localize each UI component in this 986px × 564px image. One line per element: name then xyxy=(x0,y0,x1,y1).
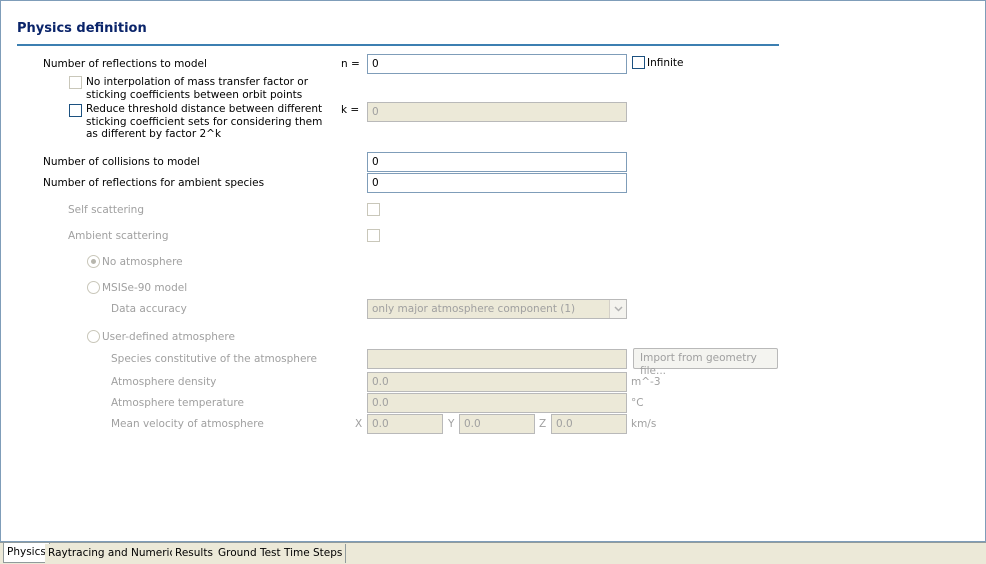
velocity-label: Mean velocity of atmosphere xyxy=(111,418,264,430)
species-label: Species constitutive of the atmosphere xyxy=(111,353,317,365)
tab-ground-test[interactable]: Ground Test Time Steps xyxy=(215,544,347,563)
infinite-label: Infinite xyxy=(647,57,684,69)
user-defined-radio[interactable] xyxy=(87,330,100,343)
velocity-unit: km/s xyxy=(631,418,657,430)
chevron-down-icon[interactable] xyxy=(609,300,626,318)
temperature-input[interactable]: 0.0 xyxy=(367,393,627,413)
import-geometry-button[interactable]: Import from geometry file... xyxy=(633,348,778,377)
section-divider xyxy=(17,44,779,46)
bottom-tab-bar: Physics Raytracing and Numerics Results … xyxy=(0,542,986,564)
ambient-scattering-label: Ambient scattering xyxy=(68,230,169,242)
msise-radio[interactable] xyxy=(87,281,100,294)
self-scattering-checkbox[interactable] xyxy=(367,203,380,216)
tab-results[interactable]: Results xyxy=(172,544,217,563)
reflections-label: Number of reflections to model xyxy=(43,58,207,70)
velocity-x-label: X xyxy=(355,418,363,430)
tab-physics[interactable]: Physics xyxy=(3,543,50,563)
reflections-n-input[interactable]: 0 xyxy=(367,54,627,74)
k-label: k = xyxy=(341,104,360,116)
tab-raytracing[interactable]: Raytracing and Numerics xyxy=(45,544,185,563)
temperature-label: Atmosphere temperature xyxy=(111,397,244,409)
n-label: n = xyxy=(341,58,360,70)
reduce-threshold-label: Reduce threshold distance between differ… xyxy=(86,103,323,140)
data-accuracy-select[interactable]: only major atmosphere component (1) xyxy=(367,299,627,319)
data-accuracy-label: Data accuracy xyxy=(111,303,187,315)
infinite-checkbox[interactable] xyxy=(632,56,645,69)
reduce-threshold-checkbox[interactable] xyxy=(69,104,82,117)
temperature-unit: °C xyxy=(631,397,644,409)
species-input[interactable] xyxy=(367,349,627,369)
density-label: Atmosphere density xyxy=(111,376,217,388)
velocity-x-input[interactable]: 0.0 xyxy=(367,414,443,434)
collisions-label: Number of collisions to model xyxy=(43,156,200,168)
density-input[interactable]: 0.0 xyxy=(367,372,627,392)
velocity-y-label: Y xyxy=(448,418,455,430)
velocity-z-label: Z xyxy=(539,418,547,430)
collisions-input[interactable]: 0 xyxy=(367,152,627,172)
velocity-z-input[interactable]: 0.0 xyxy=(551,414,627,434)
no-interpolation-checkbox[interactable] xyxy=(69,76,82,89)
no-atmosphere-radio[interactable] xyxy=(87,255,100,268)
velocity-y-input[interactable]: 0.0 xyxy=(459,414,535,434)
no-interpolation-label: No interpolation of mass transfer factor… xyxy=(86,76,309,101)
self-scattering-label: Self scattering xyxy=(68,204,145,216)
user-defined-label: User-defined atmosphere xyxy=(102,331,235,343)
k-input[interactable]: 0 xyxy=(367,102,627,122)
ambient-scattering-checkbox[interactable] xyxy=(367,229,380,242)
no-atmosphere-label: No atmosphere xyxy=(102,256,183,268)
msise-label: MSISe-90 model xyxy=(102,282,188,294)
section-title: Physics definition xyxy=(17,21,147,36)
ambient-reflections-input[interactable]: 0 xyxy=(367,173,627,193)
physics-panel: Physics definition Number of reflections… xyxy=(0,0,986,542)
data-accuracy-value: only major atmosphere component (1) xyxy=(372,303,576,315)
density-unit: m^-3 xyxy=(631,376,661,388)
ambient-reflections-label: Number of reflections for ambient specie… xyxy=(43,177,265,189)
